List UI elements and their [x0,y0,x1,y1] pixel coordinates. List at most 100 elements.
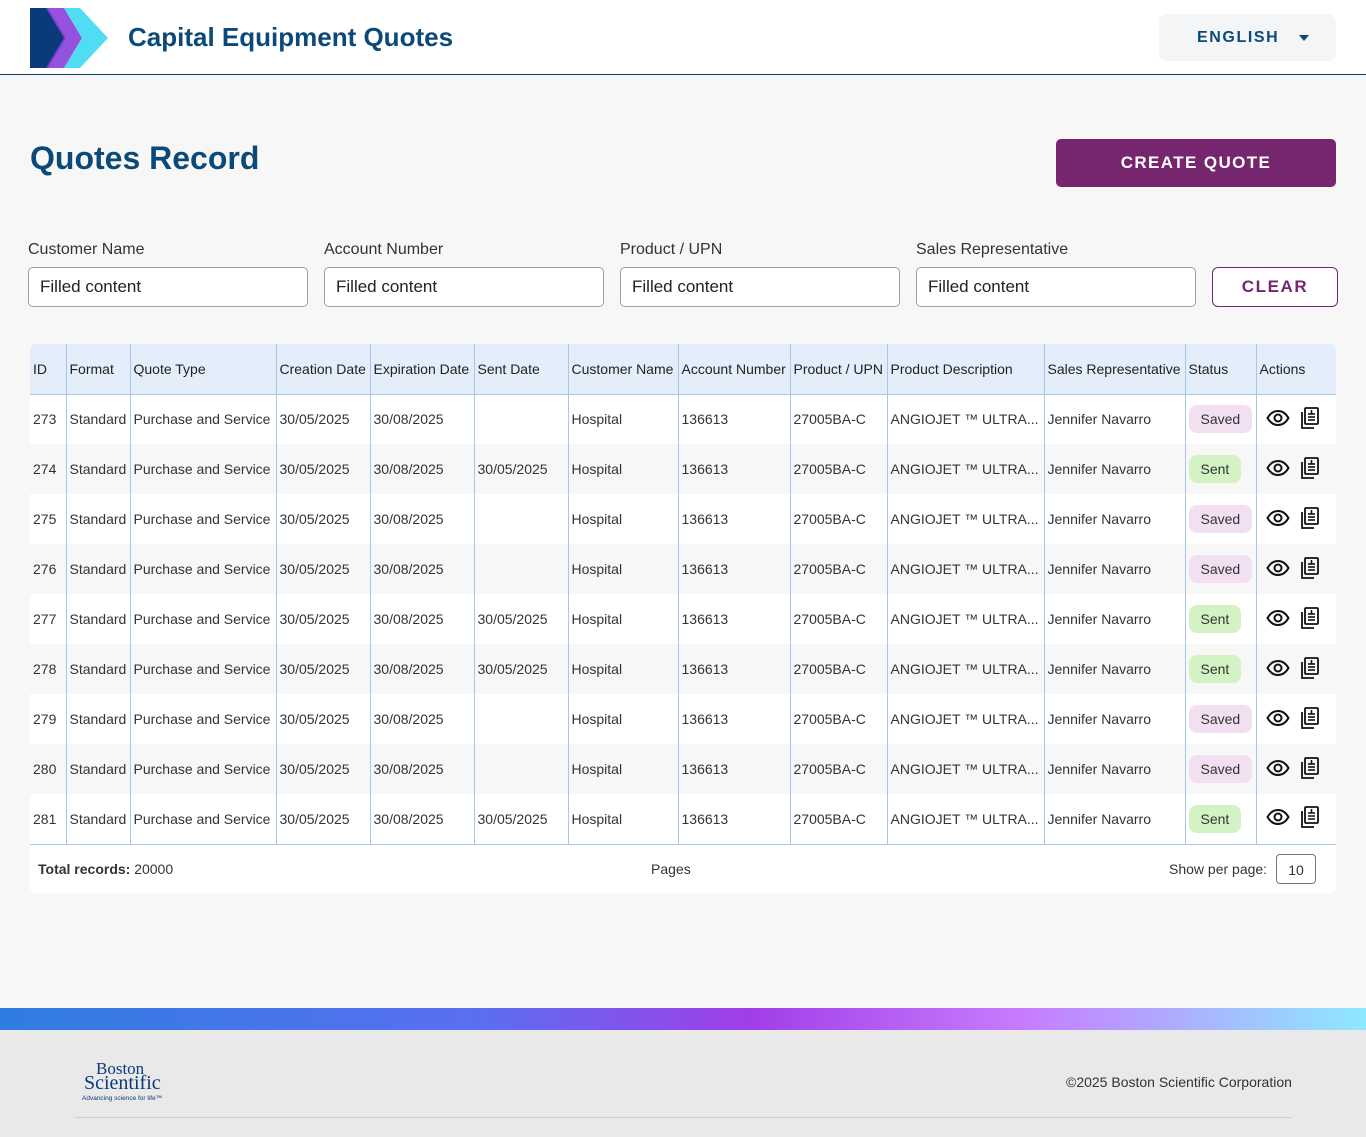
status-cell: Saved [1185,694,1257,744]
status-badge: Saved [1188,505,1253,533]
status-cell: Sent [1185,594,1257,644]
customer-name-input[interactable] [28,267,308,307]
table-cell [474,694,569,744]
eye-icon[interactable] [1265,659,1290,679]
actions-cell [1256,494,1336,544]
per-page-label: Show per page: [1169,861,1268,877]
table-row[interactable]: 273 Standard Purchase and Service 30/05/202… [30,394,1336,444]
table-cell: 27005BA-C [790,794,888,845]
status-badge: Saved [1188,755,1253,783]
app-title: Capital Equipment Quotes [128,22,454,52]
table-cell: 30/05/2025 [276,494,371,544]
customer-name-label: Customer Name [28,241,145,258]
table-cell: 27005BA-C [790,494,888,544]
eye-icon[interactable] [1265,609,1290,629]
total-records-value: 20000 [130,861,174,877]
sales-rep-input[interactable] [916,267,1196,307]
table-cell: Standard [66,744,131,794]
table-cell: 30/05/2025 [474,444,569,494]
document-icon[interactable] [1300,506,1320,532]
document-icon[interactable] [1300,606,1320,632]
create-quote-button[interactable]: CREATE QUOTE [1056,139,1336,187]
footer-gradient-bar [0,1008,1366,1030]
table-cell: 30/08/2025 [370,494,475,544]
table-cell: 27005BA-C [790,594,888,644]
account-number-input[interactable] [324,267,604,307]
column-header: ID [30,344,67,395]
table-cell: Jennifer Navarro [1044,444,1186,494]
table-cell: ANGIOJET ™ ULTRA... [887,594,1045,644]
table-cell: Hospital [568,394,679,444]
table-cell: Standard [66,644,131,694]
product-upn-input[interactable] [620,267,900,307]
eye-icon[interactable] [1265,709,1290,729]
table-row[interactable]: 274 Standard Purchase and Service 30/05/202… [30,444,1336,494]
actions-cell [1256,444,1336,494]
table-cell: 279 [30,694,67,744]
table-cell: 136613 [678,494,791,544]
document-icon[interactable] [1300,456,1320,482]
column-header: Format [66,344,131,395]
table-cell: 27005BA-C [790,644,888,694]
table-row[interactable]: 276 Standard Purchase and Service 30/05/202… [30,544,1336,594]
eye-icon[interactable] [1265,409,1290,429]
app-header: Capital Equipment Quotes ENGLISH [0,0,1366,75]
table-row[interactable]: 279 Standard Purchase and Service 30/05/202… [30,694,1336,744]
table-cell: Hospital [568,744,679,794]
document-icon[interactable] [1300,706,1320,732]
table-cell: ANGIOJET ™ ULTRA... [887,444,1045,494]
column-header: Customer Name [568,344,679,395]
eye-icon[interactable] [1265,809,1290,828]
eye-icon[interactable] [1265,759,1290,779]
table-cell: Hospital [568,444,679,494]
sales-rep-label: Sales Representative [916,241,1069,258]
table-row[interactable]: 277 Standard Purchase and Service 30/05/202… [30,594,1336,644]
table-row[interactable]: 281 Standard Purchase and Service 30/05/202… [30,794,1336,845]
table-cell: 27005BA-C [790,744,888,794]
account-number-label: Account Number [324,241,444,258]
copyright-text: ©2025 Boston Scientific Corporation [1066,1074,1292,1090]
actions-cell [1256,544,1336,594]
quotes-table: ID Format Quote Type Creation Date Expiratio… [30,344,1336,845]
column-header: Quote Type [130,344,277,395]
table-row[interactable]: 280 Standard Purchase and Service 30/05/202… [30,744,1336,794]
table-row[interactable]: 275 Standard Purchase and Service 30/05/202… [30,494,1336,544]
actions-cell [1256,594,1336,644]
table-cell: 30/05/2025 [276,644,371,694]
table-cell [474,744,569,794]
table-cell: Jennifer Navarro [1044,594,1186,644]
per-page-select[interactable]: 10 [1276,854,1316,884]
table-header-row: ID Format Quote Type Creation Date Expiratio… [30,344,1336,395]
table-cell: 30/08/2025 [370,444,475,494]
table-cell: 27005BA-C [790,444,888,494]
table-cell: 136613 [678,794,791,845]
eye-icon[interactable] [1265,509,1290,529]
table-cell: Hospital [568,544,679,594]
table-cell: Purchase and Service [130,494,277,544]
table-cell: 274 [30,444,67,494]
table-row[interactable]: 278 Standard Purchase and Service 30/05/202… [30,644,1336,694]
clear-filters-button[interactable]: CLEAR [1212,267,1338,307]
table-cell: 136613 [678,744,791,794]
column-header: Expiration Date [370,344,475,395]
document-icon[interactable] [1300,406,1320,432]
quotes-table-card: ID Format Quote Type Creation Date Expiratio… [30,344,1336,893]
table-cell: 30/08/2025 [370,744,475,794]
language-label: ENGLISH [1197,29,1280,46]
table-cell: ANGIOJET ™ ULTRA... [887,544,1045,594]
eye-icon[interactable] [1265,559,1290,579]
document-icon[interactable] [1300,656,1320,682]
logo-tagline: Advancing science for life™ [82,1095,162,1102]
actions-cell [1256,744,1336,794]
column-header: Status [1185,344,1257,395]
table-cell: Jennifer Navarro [1044,694,1186,744]
document-icon[interactable] [1300,806,1320,831]
status-badge: Sent [1188,455,1242,483]
eye-icon[interactable] [1265,459,1290,479]
language-selector[interactable]: ENGLISH [1159,14,1336,61]
pages-label: Pages [651,861,691,877]
table-cell: 136613 [678,644,791,694]
app-logo-icon [30,8,108,68]
document-icon[interactable] [1300,756,1320,782]
document-icon[interactable] [1300,556,1320,582]
